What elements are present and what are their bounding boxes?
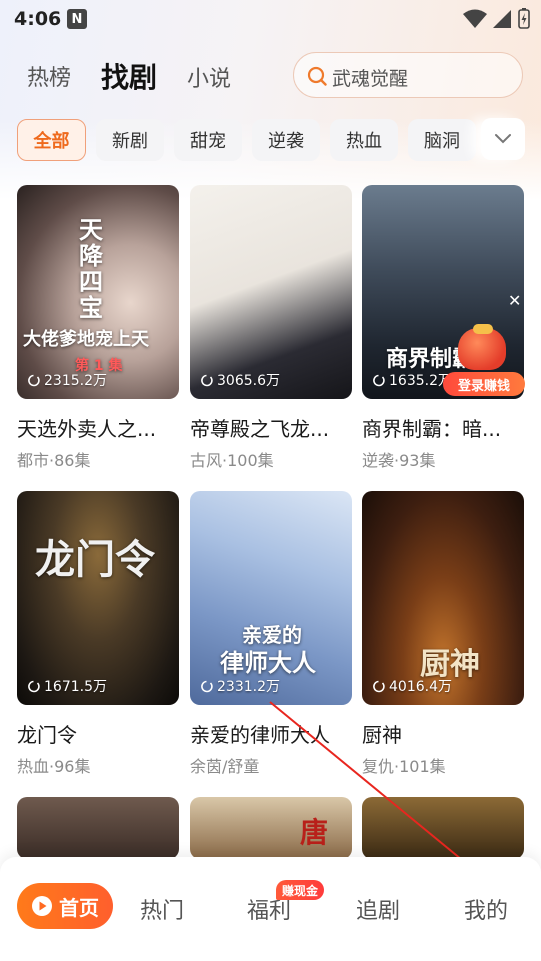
tab-hot-list[interactable]: 热榜 <box>27 60 71 92</box>
play-count-value: 4016.4万 <box>389 679 452 695</box>
poster-title-text: 唐 <box>300 816 329 849</box>
play-count-icon <box>373 680 385 692</box>
battery-charging-icon <box>518 8 530 29</box>
play-count: 2315.2万 <box>27 370 107 390</box>
play-count-icon <box>28 680 40 692</box>
play-count-icon <box>201 680 213 692</box>
play-count: 1671.5万 <box>27 676 107 696</box>
search-input[interactable]: 武魂觉醒 <box>293 52 523 98</box>
category-chip-sweet[interactable]: 甜宠 <box>174 119 242 161</box>
login-reward-label: 登录赚钱 <box>443 372 525 396</box>
drama-title[interactable]: 商界制霸：暗... <box>362 413 537 442</box>
drama-title[interactable]: 亲爱的律师大人 <box>190 719 365 748</box>
poster-subtitle-text: 律师大人 <box>220 649 316 677</box>
search-placeholder: 武魂觉醒 <box>332 68 409 90</box>
drama-poster[interactable]: 亲爱的 律师大人 2331.2万 <box>190 491 352 705</box>
category-chip-comeback[interactable]: 逆袭 <box>252 119 320 161</box>
tab-novel[interactable]: 小说 <box>187 61 231 93</box>
category-chip-fantasy[interactable]: 脑洞 <box>408 119 476 161</box>
wifi-icon <box>463 9 487 28</box>
play-count-icon <box>28 374 40 386</box>
play-count-icon <box>201 374 213 386</box>
play-count-value: 2331.2万 <box>217 679 280 695</box>
category-chip-new[interactable]: 新剧 <box>96 119 164 161</box>
nav-home-button[interactable]: 首页 <box>17 883 113 929</box>
poster-subtitle-text: 大佬爹地宠上天 <box>23 329 149 350</box>
nav-home-label: 首页 <box>59 895 99 920</box>
play-count: 4016.4万 <box>372 676 452 696</box>
drama-meta: 余茵/舒童 <box>190 757 260 776</box>
drama-meta: 逆袭·93集 <box>362 451 436 470</box>
bottom-nav: 首页 热门 福利 赚现金 追剧 我的 <box>0 857 541 961</box>
cell-signal-icon <box>493 10 511 28</box>
drama-meta: 古风·100集 <box>190 451 274 470</box>
drama-poster[interactable]: 天降四宝 大佬爹地宠上天 第 1 集 2315.2万 <box>17 185 179 399</box>
notification-app-icon: N <box>67 9 87 29</box>
drama-title[interactable]: 天选外卖人之... <box>17 413 192 442</box>
play-count-value: 2315.2万 <box>44 373 107 389</box>
drama-poster[interactable]: 3065.6万 <box>190 185 352 399</box>
drama-title[interactable]: 龙门令 <box>17 719 192 748</box>
search-icon <box>307 66 327 86</box>
expand-categories-button[interactable] <box>481 118 525 160</box>
play-count: 2331.2万 <box>200 676 280 696</box>
notification-badge-label: N <box>71 11 83 27</box>
red-bag-icon <box>458 328 506 370</box>
drama-title[interactable]: 帝尊殿之飞龙... <box>190 413 365 442</box>
drama-poster[interactable]: 龙门令 1671.5万 <box>17 491 179 705</box>
nav-mine-button[interactable]: 我的 <box>464 893 508 925</box>
play-count-value: 1671.5万 <box>44 679 107 695</box>
bag-knot <box>473 324 493 334</box>
nav-hot-button[interactable]: 热门 <box>140 893 184 925</box>
status-time: 4:06 <box>14 8 62 30</box>
tab-find-drama[interactable]: 找剧 <box>101 56 157 96</box>
drama-title[interactable]: 厨神 <box>362 719 537 748</box>
play-count-value: 3065.6万 <box>217 373 280 389</box>
status-bar: 4:06 N <box>0 0 541 38</box>
drama-meta: 热血·96集 <box>17 757 91 776</box>
poster-title-text: 天降四宝 <box>79 216 103 322</box>
drama-poster-partial[interactable] <box>17 797 179 859</box>
category-chip-action[interactable]: 热血 <box>330 119 398 161</box>
play-circle-icon <box>32 896 52 916</box>
play-count: 3065.6万 <box>200 370 280 390</box>
poster-title-text: 龙门令 <box>35 536 155 583</box>
close-promo-icon[interactable]: ✕ <box>508 291 521 310</box>
drama-poster-partial[interactable] <box>362 797 524 859</box>
nav-follow-button[interactable]: 追剧 <box>356 893 400 925</box>
play-count-icon <box>373 374 385 386</box>
drama-poster[interactable]: 厨神 4016.4万 <box>362 491 524 705</box>
earn-cash-badge: 赚现金 <box>276 880 325 900</box>
login-reward-badge[interactable]: 登录赚钱 <box>443 324 525 396</box>
play-count: 1635.2万 <box>372 370 452 390</box>
chevron-down-icon <box>495 134 511 144</box>
drama-meta: 复仇·101集 <box>362 757 446 776</box>
drama-poster-partial[interactable]: 唐 <box>190 797 352 859</box>
drama-meta: 都市·86集 <box>17 451 91 470</box>
category-chip-all[interactable]: 全部 <box>17 119 86 161</box>
